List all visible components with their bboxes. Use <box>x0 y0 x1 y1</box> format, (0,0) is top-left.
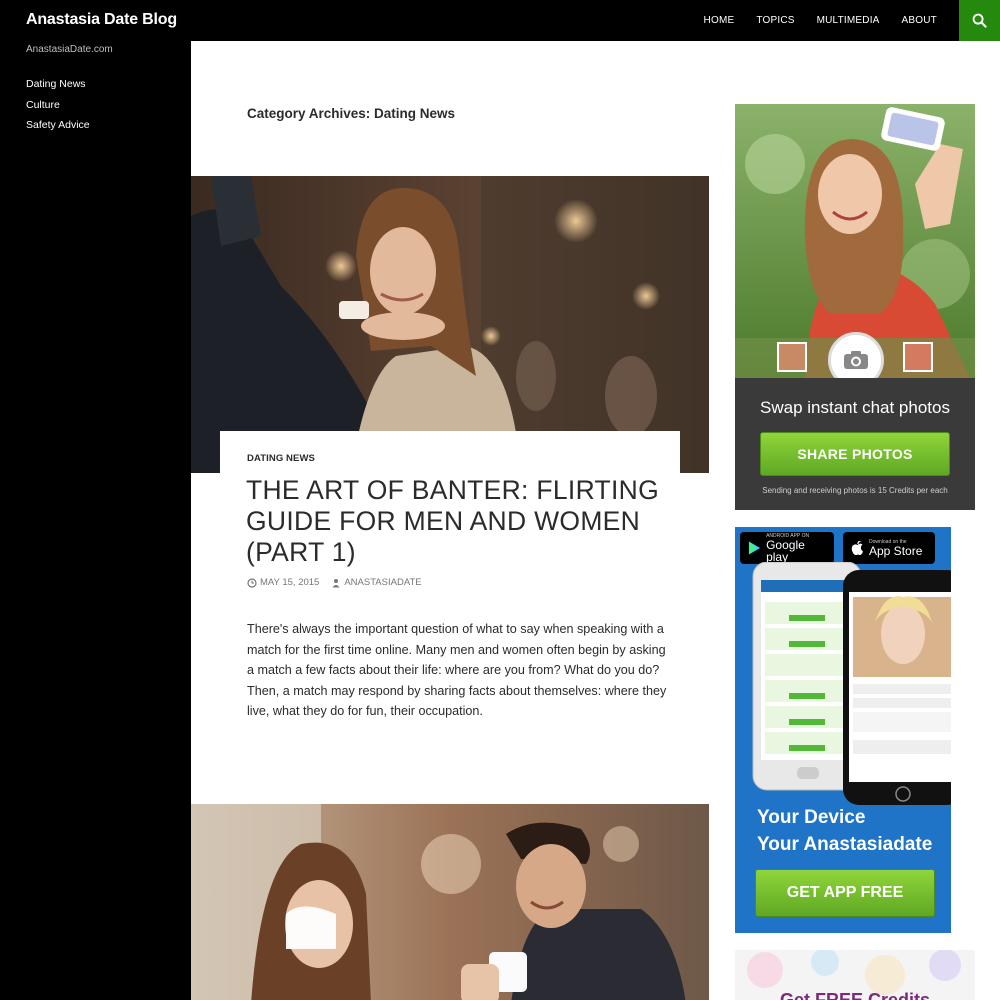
site-tagline: AnastasiaDate.com <box>26 44 113 55</box>
ad-line-one: Your Device <box>757 807 866 828</box>
nav-topics[interactable]: TOPICS <box>745 0 805 41</box>
ad-headline: Swap instant chat photos <box>760 398 950 417</box>
ad-fine-print: Sending and receiving photos is 15 Credi… <box>762 486 948 495</box>
post-meta: MAY 15, 2015 ANASTASIADATE <box>247 577 422 588</box>
app-store-badge[interactable]: Download on the App Store <box>843 532 935 564</box>
play-store-icon <box>748 541 761 555</box>
nav-home[interactable]: HOME <box>693 0 746 41</box>
list-item: Culture <box>26 95 90 116</box>
next-post-featured-image[interactable] <box>191 804 709 1000</box>
ad-line-two: Your Anastasiadate <box>757 834 933 855</box>
category-link-dating-news[interactable]: Dating News <box>26 78 86 90</box>
post-category-link[interactable]: DATING NEWS <box>247 453 315 464</box>
post-author-link[interactable]: ANASTASIADATE <box>331 577 422 588</box>
post-author: ANASTASIADATE <box>344 577 422 588</box>
photo-share-ad[interactable]: Swap instant chat photos SHARE PHOTOS Se… <box>735 104 975 510</box>
free-credits-ad[interactable]: Get FREE Credits <box>735 950 975 1000</box>
list-item: Safety Advice <box>26 115 90 136</box>
main-content: Category Archives: Dating News DATING NE… <box>191 41 735 1000</box>
post-title: THE ART OF BANTER: FLIRTING GUIDE FOR ME… <box>246 475 666 568</box>
primary-nav: HOME TOPICS MULTIMEDIA ABOUT <box>693 0 948 41</box>
post-featured-image[interactable] <box>191 176 709 473</box>
apple-icon <box>851 540 863 555</box>
post-date-link[interactable]: MAY 15, 2015 <box>247 577 319 588</box>
apple-badge-text: App Store <box>869 544 923 558</box>
search-icon <box>972 13 987 28</box>
get-app-free-button[interactable]: GET APP FREE <box>755 869 935 917</box>
post-date: MAY 15, 2015 <box>260 577 320 588</box>
post-title-link[interactable]: THE ART OF BANTER: FLIRTING GUIDE FOR ME… <box>246 475 659 567</box>
category-link-safety-advice[interactable]: Safety Advice <box>26 119 90 131</box>
photo-thumbnail <box>777 342 807 372</box>
user-icon <box>332 578 340 587</box>
free-credits-text: Get FREE Credits <box>779 990 931 1000</box>
nav-multimedia[interactable]: MULTIMEDIA <box>806 0 891 41</box>
photo-thumbnail <box>903 342 933 372</box>
list-item: Dating News <box>26 74 90 95</box>
search-button[interactable] <box>959 0 1000 41</box>
camera-icon <box>844 351 868 369</box>
google-badge-text: Google play <box>766 538 805 564</box>
nav-about[interactable]: ABOUT <box>891 0 948 41</box>
app-download-ad[interactable]: ANDROID APP ON Google play Download on th… <box>735 527 951 933</box>
top-header: Anastasia Date Blog HOME TOPICS MULTIMED… <box>0 0 1000 41</box>
google-play-badge[interactable]: ANDROID APP ON Google play <box>740 532 834 564</box>
clock-icon <box>247 577 257 588</box>
left-sidebar: AnastasiaDate.com Dating News Culture Sa… <box>0 41 191 1000</box>
category-link-culture[interactable]: Culture <box>26 99 60 111</box>
page-title: Category Archives: Dating News <box>247 106 456 121</box>
site-title-link[interactable]: Anastasia Date Blog <box>26 11 177 29</box>
entry-header-card <box>220 431 680 473</box>
share-photos-button[interactable]: SHARE PHOTOS <box>760 432 950 476</box>
category-list: Dating News Culture Safety Advice <box>26 74 90 136</box>
phones-illustration <box>752 562 951 805</box>
post-excerpt: There's always the important question of… <box>247 622 667 719</box>
